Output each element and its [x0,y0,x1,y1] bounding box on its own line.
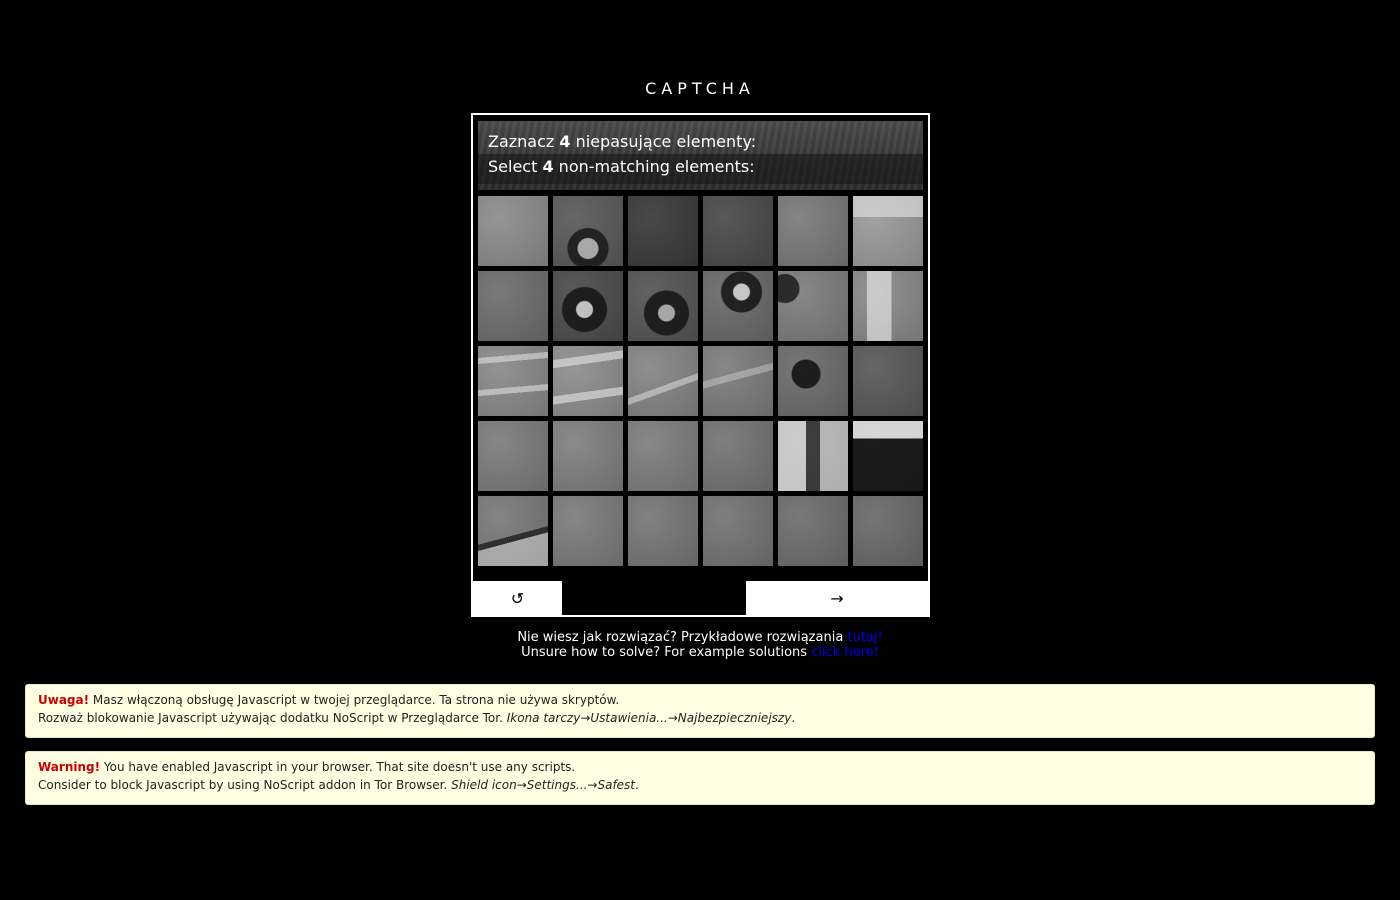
tile-image [553,271,623,341]
instruction-pl-count: 4 [559,132,571,151]
warning-path-english: Shield icon→Settings...→Safest [451,778,636,792]
tile-image [778,196,848,266]
captcha-tile[interactable] [628,196,698,266]
instruction-en-count: 4 [542,157,554,176]
tile-image [478,346,548,416]
tile-image [703,271,773,341]
tile-image [628,271,698,341]
instruction-polish: Zaznacz 4 niepasujące elementy: [488,132,756,151]
reload-button[interactable]: ↺ [473,581,562,615]
captcha-tile[interactable] [703,496,773,566]
captcha-tile[interactable] [703,271,773,341]
captcha-tile[interactable] [478,196,548,266]
captcha-box: Zaznacz 4 niepasujące elementy: Select 4… [471,113,930,617]
captcha-tile[interactable] [853,196,923,266]
tile-image [478,421,548,491]
warning-box-polish: Uwaga! Masz włączoną obsługę Javascript … [25,684,1375,738]
submit-next-button[interactable]: → [746,581,928,615]
tile-image [628,346,698,416]
captcha-tile[interactable] [853,346,923,416]
captcha-tile[interactable] [553,346,623,416]
captcha-tile[interactable] [778,496,848,566]
help-en-text: Unsure how to solve? For example solutio… [521,645,812,660]
captcha-tile[interactable] [628,496,698,566]
help-text: Nie wiesz jak rozwiązać? Przykładowe roz… [0,630,1400,660]
captcha-tile[interactable] [553,271,623,341]
tile-image [628,196,698,266]
warning-line1-english: You have enabled Javascript in your brow… [100,760,576,774]
help-line-polish: Nie wiesz jak rozwiązać? Przykładowe roz… [0,630,1400,645]
captcha-image-grid [478,196,923,566]
instruction-pl-suffix: niepasujące elementy: [570,132,757,151]
instruction-pl-prefix: Zaznacz [488,132,560,151]
warning-line1-polish: Masz włączoną obsługę Javascript w twoje… [89,693,620,707]
tile-image [703,421,773,491]
tile-image [703,346,773,416]
help-link-polish[interactable]: tutaj! [847,630,882,645]
tile-image [478,196,548,266]
captcha-tile[interactable] [628,421,698,491]
tile-image [478,271,548,341]
captcha-tile[interactable] [703,196,773,266]
captcha-tile[interactable] [478,271,548,341]
captcha-tile[interactable] [853,271,923,341]
tile-image [853,196,923,266]
tile-image [553,421,623,491]
instruction-en-suffix: non-matching elements: [553,157,755,176]
captcha-tile[interactable] [628,271,698,341]
instruction-en-prefix: Select [488,157,543,176]
captcha-tile[interactable] [703,346,773,416]
captcha-tile[interactable] [778,271,848,341]
tile-image [478,496,548,566]
captcha-tile[interactable] [628,346,698,416]
captcha-tile[interactable] [778,421,848,491]
tile-image [853,496,923,566]
captcha-title: CAPTCHA [645,79,755,98]
instruction-english: Select 4 non-matching elements: [488,157,755,176]
warning-line2-english: Consider to block Javascript by using No… [38,778,452,792]
tile-image [853,271,923,341]
captcha-tile[interactable] [553,421,623,491]
captcha-tile[interactable] [478,496,548,566]
warning-box-english: Warning! You have enabled Javascript in … [25,751,1375,805]
captcha-instructions: Zaznacz 4 niepasujące elementy: Select 4… [478,121,923,190]
tile-image [553,496,623,566]
warning-end-polish: . [791,711,796,725]
tile-image [703,496,773,566]
captcha-tile[interactable] [478,421,548,491]
warning-path-polish: Ikona tarczy→Ustawienia...→Najbezpieczni… [506,711,792,725]
tile-image [553,346,623,416]
captcha-tile[interactable] [778,196,848,266]
captcha-tile[interactable] [478,346,548,416]
tile-image [778,346,848,416]
captcha-tile[interactable] [553,196,623,266]
tile-image [553,196,623,266]
tile-image [778,271,848,341]
captcha-tile[interactable] [703,421,773,491]
help-line-english: Unsure how to solve? For example solutio… [0,645,1400,660]
captcha-tile[interactable] [853,496,923,566]
tile-image [853,346,923,416]
tile-image [628,496,698,566]
tile-image [628,421,698,491]
tile-image [778,421,848,491]
help-link-english[interactable]: click here! [811,645,879,660]
captcha-tile[interactable] [553,496,623,566]
warning-end-english: . [635,778,639,792]
warning-line2-polish: Rozważ blokowanie Javascript używając do… [38,711,507,725]
captcha-tile[interactable] [853,421,923,491]
warning-label-english: Warning! [38,760,101,774]
tile-image [778,496,848,566]
tile-image [853,421,923,491]
tile-image [703,196,773,266]
warning-label-polish: Uwaga! [38,693,90,707]
help-pl-text: Nie wiesz jak rozwiązać? Przykładowe roz… [517,630,848,645]
captcha-tile[interactable] [778,346,848,416]
